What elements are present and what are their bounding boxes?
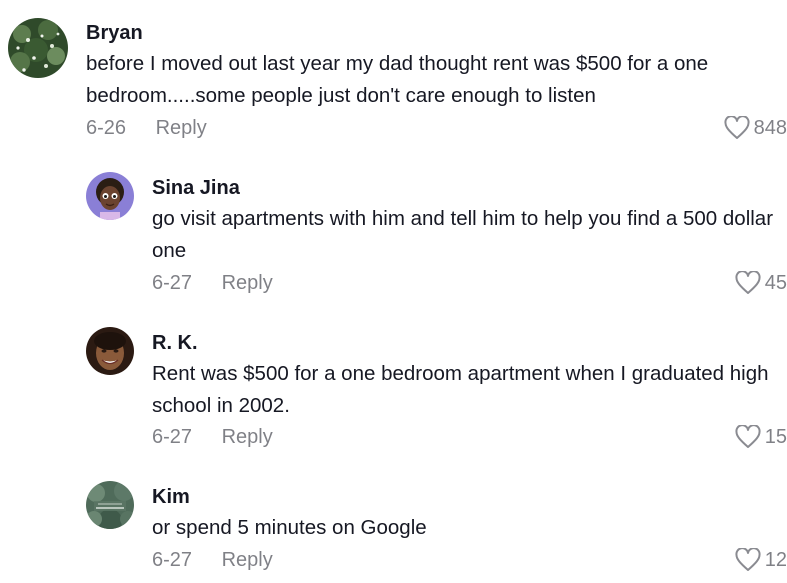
comment-meta: 6-27 Reply <box>152 549 273 572</box>
like-count: 848 <box>753 116 787 139</box>
comment-date: 6-27 <box>152 272 193 294</box>
comment-meta: 6-26 Reply <box>86 117 207 140</box>
comment-meta: 6-27 Reply <box>152 426 273 449</box>
comment-text: go visit apartments with him and tell hi… <box>152 207 774 262</box>
comment-meta: 6-27 Reply <box>152 272 273 295</box>
comment-username[interactable]: R. K. <box>152 330 777 356</box>
like-count: 45 <box>764 271 787 294</box>
comment-text: before I moved out last year my dad thou… <box>86 52 709 107</box>
like-count: 12 <box>764 548 787 571</box>
like-button[interactable]: 12 <box>735 548 787 572</box>
avatar[interactable] <box>86 172 134 220</box>
heart-outline-icon <box>735 425 761 449</box>
heart-outline-icon <box>735 271 761 295</box>
like-count: 15 <box>764 425 787 448</box>
avatar[interactable] <box>8 18 68 78</box>
comment-text: or spend 5 minutes on Google <box>152 516 427 539</box>
heart-outline-icon <box>735 548 761 572</box>
avatar[interactable] <box>86 481 134 529</box>
reply-button[interactable]: Reply <box>156 117 207 140</box>
like-button[interactable]: 45 <box>735 271 787 295</box>
comment-text: Rent was $500 for a one bedroom apartmen… <box>152 362 769 417</box>
comment-username[interactable]: Kim <box>152 484 777 510</box>
reply-button[interactable]: Reply <box>222 272 273 295</box>
avatar[interactable] <box>86 327 134 375</box>
reply-button[interactable]: Reply <box>222 426 273 449</box>
heart-outline-icon <box>724 116 750 140</box>
comment-date: 6-26 <box>86 117 127 139</box>
comment-username[interactable]: Sina Jina <box>152 175 777 201</box>
reply-button[interactable]: Reply <box>222 549 273 572</box>
comment-date: 6-27 <box>152 549 193 571</box>
comment-date: 6-27 <box>152 426 193 448</box>
comment-username[interactable]: Bryan <box>86 20 776 46</box>
like-button[interactable]: 848 <box>724 116 787 140</box>
like-button[interactable]: 15 <box>735 425 787 449</box>
